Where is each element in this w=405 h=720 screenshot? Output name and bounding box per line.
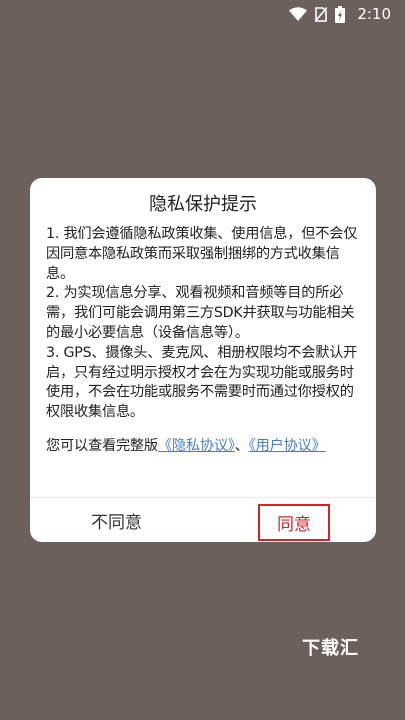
wifi-icon (289, 7, 308, 21)
agreement-links-line: 您可以查看完整版《隐私协议》、《用户协议》 (46, 437, 366, 457)
policy-paragraph-2: 2. 为实现信息分享、观看视频和音频等目的所必需，我们可能会调用第三方SDK并获… (46, 285, 355, 341)
agree-button[interactable]: 同意 (258, 504, 330, 541)
dialog-title: 隐私保护提示 (149, 194, 257, 215)
link-prefix: 您可以查看完整版 (46, 437, 158, 454)
battery-charging-icon (335, 5, 346, 23)
privacy-policy-link[interactable]: 《隐私协议》 (158, 438, 235, 454)
user-agreement-link[interactable]: 《用户协议》 (249, 438, 326, 454)
policy-paragraph-3: 3. GPS、摄像头、麦克风、相册权限均不会默认开启，只有经过明示授权才会在为实… (46, 344, 358, 421)
privacy-dialog: 隐私保护提示 1. 我们会遵循隐私政策收集、使用信息，但不会仅因同意本隐私政策而… (30, 178, 376, 542)
policy-paragraph-1: 1. 我们会遵循隐私政策收集、使用信息，但不会仅因同意本隐私政策而采取强制捆绑的… (46, 226, 358, 282)
status-bar: 2:10 (0, 0, 405, 28)
link-separator: 、 (234, 437, 249, 454)
status-time: 2:10 (357, 5, 391, 23)
no-sim-icon (315, 6, 328, 22)
dialog-body: 1. 我们会遵循隐私政策收集、使用信息，但不会仅因同意本隐私政策而采取强制捆绑的… (46, 225, 366, 457)
watermark-text: 下载汇 (302, 638, 359, 659)
disagree-button[interactable]: 不同意 (30, 498, 203, 542)
